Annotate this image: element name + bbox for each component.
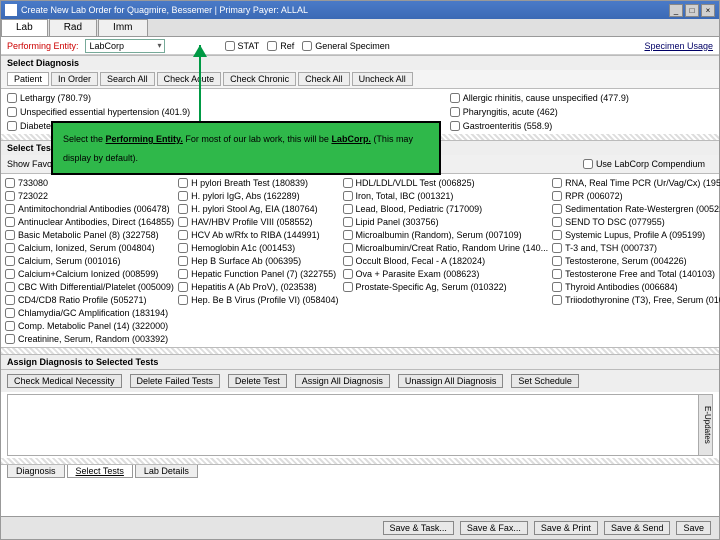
- test-item[interactable]: Lipid Panel (303756): [343, 215, 549, 228]
- stat-checkbox[interactable]: STAT: [225, 41, 260, 51]
- foot-tab-diagnosis[interactable]: Diagnosis: [7, 465, 65, 478]
- diag-tab-inorder[interactable]: In Order: [51, 72, 98, 86]
- close-button[interactable]: ×: [701, 4, 715, 17]
- test-item[interactable]: Hepatitis A (Ab ProV), (023538): [178, 280, 338, 293]
- delete-test-button[interactable]: Delete Test: [228, 374, 287, 388]
- test-item[interactable]: Hep. Be B Virus (Profile VI) (058404): [178, 293, 338, 306]
- save-task-button[interactable]: Save & Task...: [383, 521, 454, 535]
- diag-tab-uncheckall[interactable]: Uncheck All: [352, 72, 413, 86]
- compendium-checkbox[interactable]: Use LabCorp Compendium: [583, 159, 705, 169]
- assign-diag-label: Assign Diagnosis to Selected Tests: [1, 354, 719, 369]
- unassign-all-button[interactable]: Unassign All Diagnosis: [398, 374, 504, 388]
- test-item[interactable]: Calcium+Calcium Ionized (008599): [5, 267, 174, 280]
- select-diagnosis-label: Select Diagnosis: [1, 55, 719, 70]
- general-specimen-checkbox[interactable]: General Specimen: [302, 41, 390, 51]
- callout-arrowhead-icon: [193, 45, 207, 57]
- diag-item[interactable]: Lethargy (780.79): [7, 91, 440, 104]
- test-item[interactable]: Testosterone, Serum (004226): [552, 254, 720, 267]
- diag-item[interactable]: Unspecified essential hypertension (401.…: [7, 105, 440, 118]
- set-schedule-button[interactable]: Set Schedule: [511, 374, 579, 388]
- test-item[interactable]: T-3 and, TSH (000737): [552, 241, 720, 254]
- test-item[interactable]: Hep B Surface Ab (006395): [178, 254, 338, 267]
- test-item[interactable]: HAV/HBV Profile VIII (058552): [178, 215, 338, 228]
- test-item[interactable]: Chlamydia/GC Amplification (183194): [5, 306, 174, 319]
- instruction-callout: Select the Performing Entity. For most o…: [51, 121, 441, 175]
- test-item[interactable]: Systemic Lupus, Profile A (095199): [552, 228, 720, 241]
- performing-entity-label: Performing Entity:: [7, 41, 79, 51]
- diag-item[interactable]: Allergic rhinitis, cause unspecified (47…: [450, 91, 713, 104]
- tab-lab[interactable]: Lab: [1, 19, 48, 36]
- test-item[interactable]: HCV Ab w/Rfx to RIBA (144991): [178, 228, 338, 241]
- test-item[interactable]: Comp. Metabolic Panel (14) (322000): [5, 319, 174, 332]
- test-item[interactable]: H. pylori Stool Ag, EIA (180764): [178, 202, 338, 215]
- test-item[interactable]: Prostate-Specific Ag, Serum (010322): [343, 280, 549, 293]
- check-necessity-button[interactable]: Check Medical Necessity: [7, 374, 122, 388]
- tab-imm[interactable]: Imm: [98, 19, 147, 36]
- e-updates-tab[interactable]: E-Updates: [698, 395, 712, 455]
- save-button[interactable]: Save: [676, 521, 711, 535]
- test-item[interactable]: Antinuclear Antibodies, Direct (164855): [5, 215, 174, 228]
- diag-tab-checkchronic[interactable]: Check Chronic: [223, 72, 296, 86]
- test-item[interactable]: Triiodothyronine (T3), Free, Serum (0103…: [552, 293, 720, 306]
- foot-tab-select-tests[interactable]: Select Tests: [67, 465, 133, 478]
- maximize-button[interactable]: □: [685, 4, 699, 17]
- test-item[interactable]: RNA, Real Time PCR (Ur/Vag/Cx) (195500): [552, 176, 720, 189]
- test-item[interactable]: RPR (006072): [552, 189, 720, 202]
- test-item[interactable]: Antimitochondrial Antibodies (006478): [5, 202, 174, 215]
- test-item[interactable]: Lead, Blood, Pediatric (717009): [343, 202, 549, 215]
- save-print-button[interactable]: Save & Print: [534, 521, 598, 535]
- minimize-button[interactable]: _: [669, 4, 683, 17]
- test-item[interactable]: Hepatic Function Panel (7) (322755): [178, 267, 338, 280]
- test-item[interactable]: Microalbumin/Creat Ratio, Random Urine (…: [343, 241, 549, 254]
- diag-tab-search[interactable]: Search All: [100, 72, 155, 86]
- diag-item[interactable]: Gastroenteritis (558.9): [450, 119, 713, 132]
- window-title: Create New Lab Order for Quagmire, Besse…: [21, 5, 669, 15]
- performing-entity-combo[interactable]: LabCorp: [85, 39, 165, 53]
- test-item[interactable]: CBC With Differential/Platelet (005009): [5, 280, 174, 293]
- test-item[interactable]: 733080: [5, 176, 174, 189]
- test-item[interactable]: Occult Blood, Fecal - A (182024): [343, 254, 549, 267]
- test-item[interactable]: H pylori Breath Test (180839): [178, 176, 338, 189]
- test-item[interactable]: Creatinine, Serum, Random (003392): [5, 332, 174, 345]
- test-item[interactable]: Hemoglobin A1c (001453): [178, 241, 338, 254]
- diag-tab-checkall[interactable]: Check All: [298, 72, 350, 86]
- test-item[interactable]: Testosterone Free and Total (140103): [552, 267, 720, 280]
- save-send-button[interactable]: Save & Send: [604, 521, 671, 535]
- diagnosis-tabs: Patient In Order Search All Check Acute …: [1, 70, 719, 89]
- test-item[interactable]: Microalbumin (Random), Serum (007109): [343, 228, 549, 241]
- test-item[interactable]: CD4/CD8 Ratio Profile (505271): [5, 293, 174, 306]
- test-item[interactable]: Iron, Total, IBC (001321): [343, 189, 549, 202]
- test-item[interactable]: 723022: [5, 189, 174, 202]
- test-item[interactable]: H. pylori IgG, Abs (162289): [178, 189, 338, 202]
- specimen-usage-link[interactable]: Specimen Usage: [644, 41, 713, 51]
- save-fax-button[interactable]: Save & Fax...: [460, 521, 528, 535]
- results-panel: E-Updates: [7, 394, 713, 456]
- tab-rad[interactable]: Rad: [49, 19, 97, 36]
- app-icon: [5, 4, 17, 16]
- foot-tab-lab-details[interactable]: Lab Details: [135, 465, 198, 478]
- main-tabs: Lab Rad Imm: [1, 19, 719, 37]
- test-item[interactable]: Ova + Parasite Exam (008623): [343, 267, 549, 280]
- test-item[interactable]: Thyroid Antibodies (006684): [552, 280, 720, 293]
- test-item[interactable]: Calcium, Ionized, Serum (004804): [5, 241, 174, 254]
- delete-failed-button[interactable]: Delete Failed Tests: [130, 374, 220, 388]
- diag-tab-patient[interactable]: Patient: [7, 72, 49, 86]
- test-item[interactable]: SEND TO DSC (077955): [552, 215, 720, 228]
- diag-tab-checkacute[interactable]: Check Acute: [157, 72, 222, 86]
- test-item[interactable]: Basic Metabolic Panel (8) (322758): [5, 228, 174, 241]
- test-item[interactable]: Sedimentation Rate-Westergren (005215): [552, 202, 720, 215]
- diag-item[interactable]: Pharyngitis, acute (462): [450, 105, 713, 118]
- test-item[interactable]: HDL/LDL/VLDL Test (006825): [343, 176, 549, 189]
- assign-all-button[interactable]: Assign All Diagnosis: [295, 374, 390, 388]
- ref-checkbox[interactable]: Ref: [267, 41, 294, 51]
- test-item[interactable]: Calcium, Serum (001016): [5, 254, 174, 267]
- tests-grid: 733080723022Antimitochondrial Antibodies…: [1, 174, 719, 348]
